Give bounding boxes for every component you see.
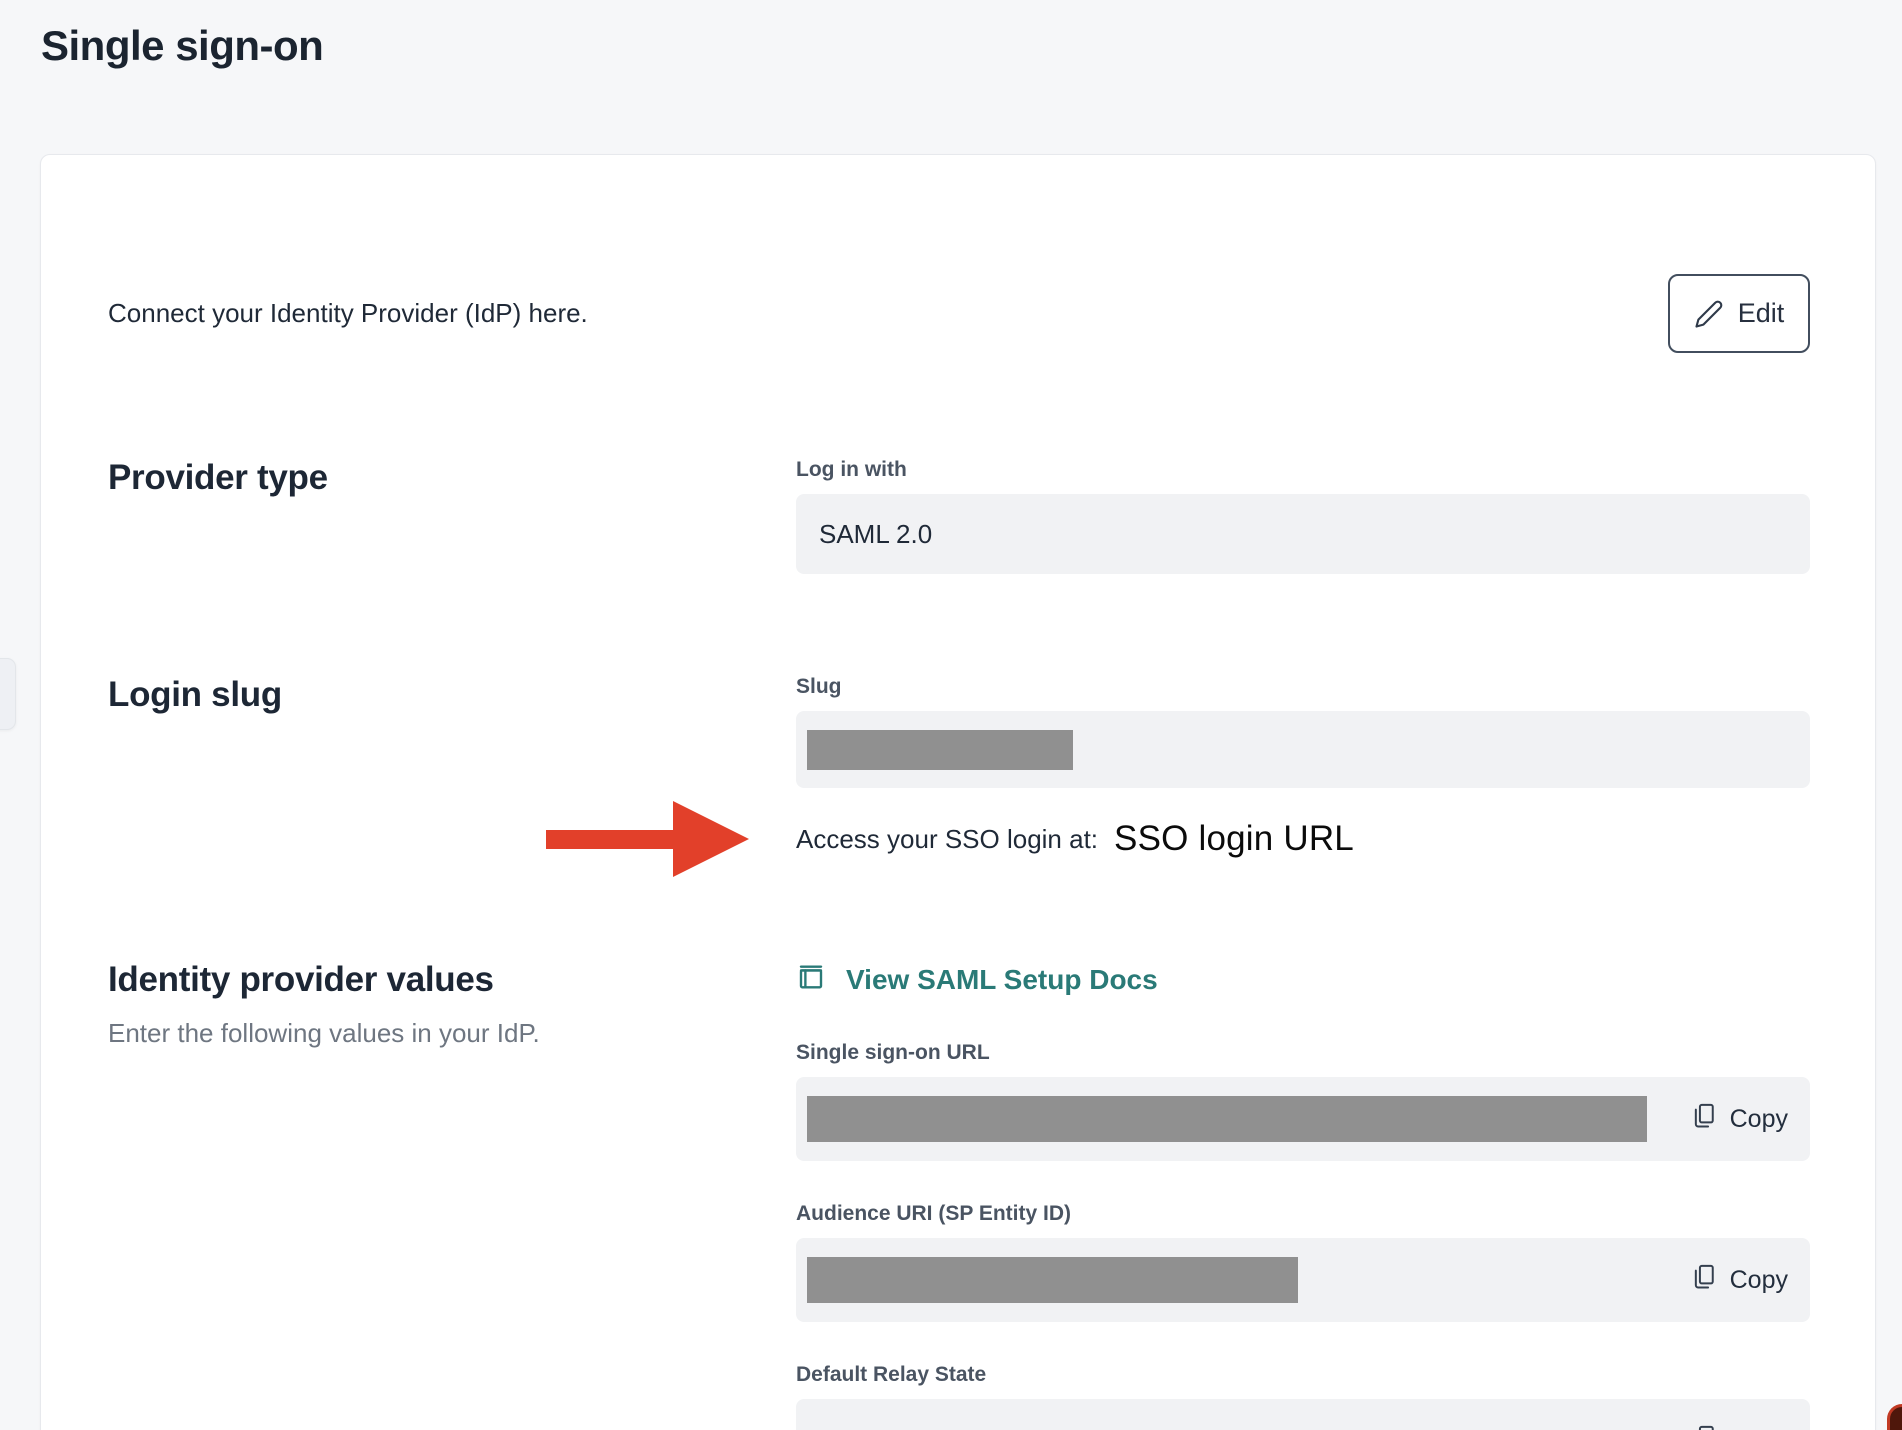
pencil-icon [1694,299,1724,329]
provider-type-section: Provider type Log in with SAML 2.0 [108,459,1810,574]
red-annotation-corner-fragment [1887,1404,1902,1430]
login-with-label: Log in with [796,459,1810,480]
sso-access-line: Access your SSO login at: SSO login URL [796,815,1810,863]
copy-sso-url-button[interactable]: Copy [1690,1102,1788,1137]
idp-values-section: Identity provider values Enter the follo… [108,961,1810,1430]
sso-settings-card: Connect your Identity Provider (IdP) her… [40,154,1876,1430]
copy-button-label: Copy [1730,1105,1788,1134]
sso-url-redacted-value [807,1096,1647,1142]
red-arrow-shaft [546,830,673,849]
copy-pages-icon [1690,1424,1718,1430]
default-relay-state-field: bigproject Copy [796,1399,1810,1430]
default-relay-state-value: bigproject [807,1426,932,1430]
edit-button[interactable]: Edit [1668,274,1810,353]
slug-field [796,711,1810,788]
sso-url-label: Single sign-on URL [796,1042,1810,1063]
red-arrow-annotation [546,801,749,877]
copy-pages-icon [1690,1263,1718,1298]
book-icon [796,961,826,998]
default-relay-state-label: Default Relay State [796,1364,1810,1385]
slug-label: Slug [796,676,1810,697]
view-saml-setup-docs-link[interactable]: View SAML Setup Docs [796,961,1810,998]
copy-relay-state-button[interactable]: Copy [1690,1424,1788,1430]
provider-type-heading: Provider type [108,459,796,498]
idp-values-subheading: Enter the following values in your IdP. [108,1018,796,1049]
sso-settings-page: Single sign-on Connect your Identity Pro… [0,0,1902,1430]
provider-type-value: SAML 2.0 [819,519,932,550]
login-slug-section: Login slug Slug Access your SSO login at… [108,676,1810,863]
audience-uri-field: Copy [796,1238,1810,1322]
intro-text: Connect your Identity Provider (IdP) her… [108,298,588,329]
login-slug-heading: Login slug [108,676,796,715]
intro-row: Connect your Identity Provider (IdP) her… [108,274,1810,353]
edit-button-label: Edit [1738,298,1785,329]
docs-link-label: View SAML Setup Docs [846,964,1158,996]
copy-pages-icon [1690,1102,1718,1137]
copy-audience-uri-button[interactable]: Copy [1690,1263,1788,1298]
slug-redacted-value [807,730,1073,770]
left-edge-drawer-handle[interactable] [0,658,16,730]
sso-url-field: Copy [796,1077,1810,1161]
provider-type-field: SAML 2.0 [796,494,1810,574]
page-title: Single sign-on [41,22,323,70]
audience-uri-label: Audience URI (SP Entity ID) [796,1203,1810,1224]
audience-uri-redacted-value [807,1257,1298,1303]
copy-button-label: Copy [1730,1266,1788,1295]
idp-values-heading: Identity provider values [108,961,796,1000]
copy-button-label: Copy [1730,1427,1788,1430]
red-arrow-head [673,801,749,877]
access-text: Access your SSO login at: [796,824,1098,855]
sso-login-url-text: SSO login URL [1114,819,1354,859]
